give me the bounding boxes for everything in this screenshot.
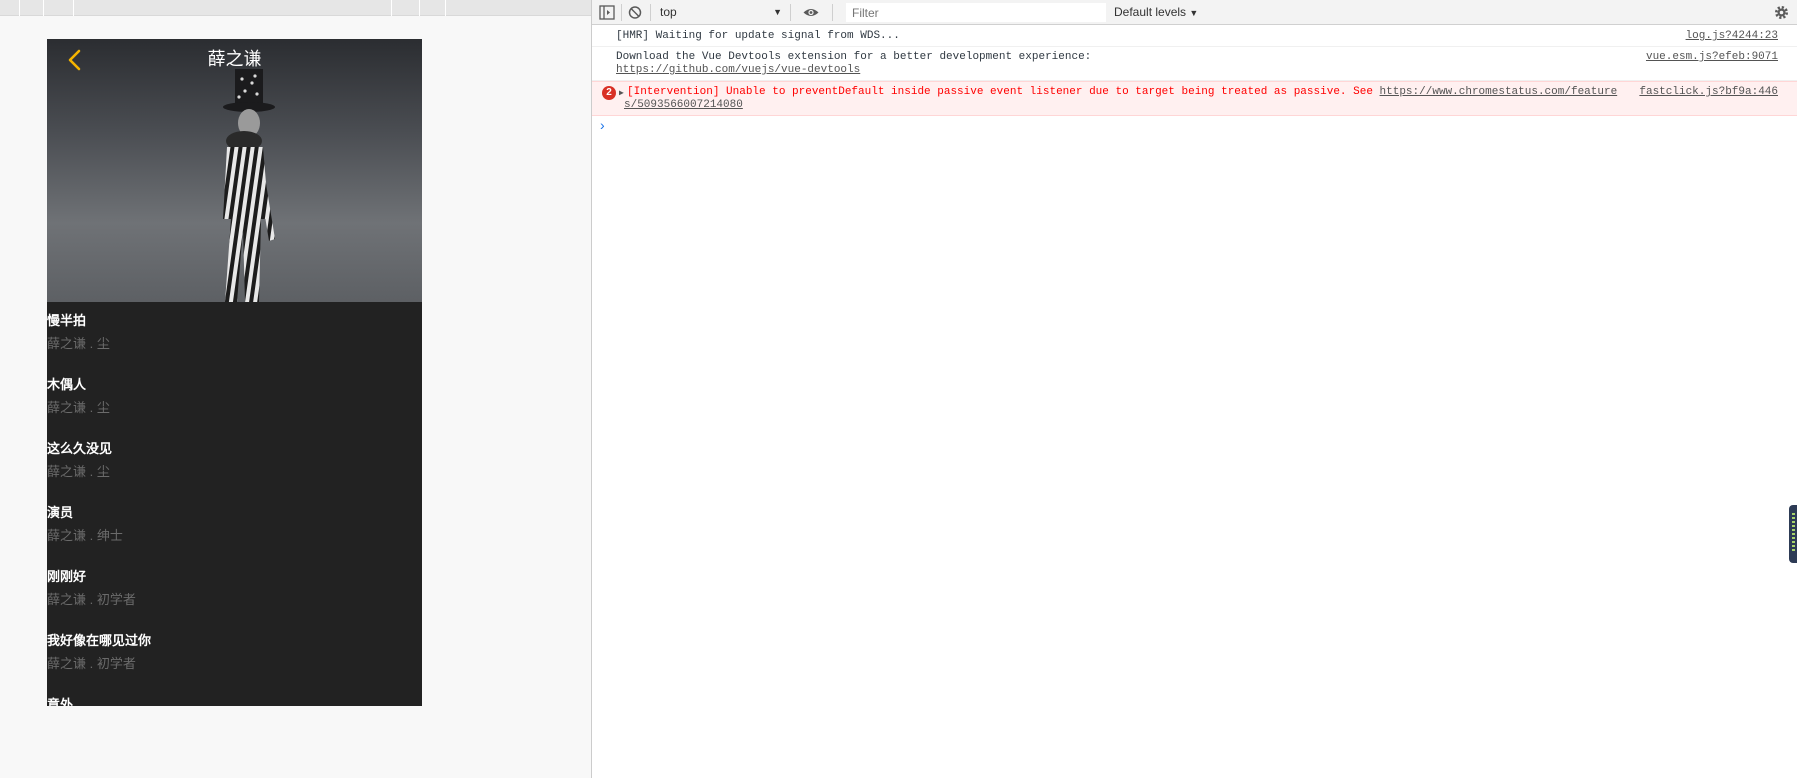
message-link[interactable]: https://github.com/vuejs/vue-devtools: [616, 64, 860, 76]
toolbar-divider: [832, 4, 833, 21]
context-value: top: [660, 5, 677, 19]
message-text: Download the Vue Devtools extension for …: [616, 51, 1092, 63]
toolbar-divider: [650, 4, 651, 21]
toolbar-segment[interactable]: [0, 0, 20, 16]
error-link[interactable]: https://www.chromestatus.com/feature: [1380, 86, 1618, 98]
toolbar-divider: [621, 4, 622, 21]
song-name: 木偶人: [47, 377, 87, 392]
toolbar-segment[interactable]: [420, 0, 446, 16]
song-list-item[interactable]: 木偶人 薛之谦 . 尘: [47, 366, 422, 430]
devtools-panel: top ▼ Default levels ▼ [HMR] Waiting for…: [591, 0, 1797, 778]
console-message: [HMR] Waiting for update signal from WDS…: [592, 26, 1797, 47]
console-toolbar: top ▼ Default levels ▼: [592, 0, 1797, 25]
message-source-link[interactable]: log.js?4244:23: [1686, 30, 1778, 43]
mobile-app: 薛之谦 慢半拍 薛之谦 . 尘 木偶人 薛之谦 . 尘 这么久没见 薛之谦 . …: [47, 39, 422, 706]
dropdown-arrow-icon: ▼: [773, 7, 782, 17]
toolbar-segment[interactable]: [44, 0, 74, 16]
message-text: [HMR] Waiting for update signal from WDS…: [616, 30, 900, 42]
prompt-chevron-icon: ›: [600, 117, 605, 133]
song-desc: 薛之谦 . 尘: [47, 400, 110, 415]
device-toolbar: [0, 0, 591, 16]
console-message: Download the Vue Devtools extension for …: [592, 47, 1797, 81]
context-selector[interactable]: top ▼: [656, 3, 786, 22]
song-desc: 薛之谦 . 尘: [47, 336, 110, 351]
singer-title: 薛之谦: [207, 49, 262, 69]
log-levels-label: Default levels: [1114, 5, 1187, 19]
song-name: 演员: [47, 505, 74, 520]
song-name: 刚刚好: [47, 569, 87, 584]
log-levels-dropdown[interactable]: Default levels ▼: [1114, 4, 1198, 22]
singer-photo: [223, 69, 275, 302]
app-viewport: 薛之谦 慢半拍 薛之谦 . 尘 木偶人 薛之谦 . 尘 这么久没见 薛之谦 . …: [0, 0, 591, 778]
console-prompt[interactable]: ›: [592, 116, 1797, 136]
song-desc: 薛之谦 . 初学者: [47, 656, 136, 671]
error-text: [Intervention] Unable to preventDefault …: [627, 86, 1380, 98]
song-list-item[interactable]: 意外: [47, 686, 422, 706]
song-name: 意外: [47, 697, 74, 706]
toolbar-divider: [790, 4, 791, 21]
eye-icon[interactable]: [802, 4, 820, 21]
message-source-link[interactable]: fastclick.js?bf9a:446: [1639, 86, 1778, 99]
console-filter-input[interactable]: [846, 3, 1106, 22]
song-name: 这么久没见: [47, 441, 113, 456]
gear-icon[interactable]: [1773, 4, 1790, 21]
side-panel-handle[interactable]: [1789, 505, 1797, 563]
toolbar-segment[interactable]: [392, 0, 420, 16]
sidebar-toggle-icon[interactable]: [598, 4, 616, 21]
song-list-item[interactable]: 这么久没见 薛之谦 . 尘: [47, 430, 422, 494]
toolbar-segment[interactable]: [20, 0, 44, 16]
song-name: 我好像在哪见过你: [47, 633, 152, 648]
song-list-item[interactable]: 演员 薛之谦 . 绅士: [47, 494, 422, 558]
expand-triangle-icon[interactable]: ▶: [619, 87, 624, 100]
song-desc: 薛之谦 . 尘: [47, 464, 110, 479]
toolbar-segment[interactable]: [74, 0, 392, 16]
error-link-continued[interactable]: s/5093566007214080: [624, 99, 743, 111]
error-count-badge: 2: [602, 86, 616, 100]
clear-console-icon[interactable]: [626, 4, 644, 21]
song-list-item[interactable]: 刚刚好 薛之谦 . 初学者: [47, 558, 422, 622]
song-name: 慢半拍: [47, 313, 87, 328]
console-error-message: 2 ▶ [Intervention] Unable to preventDefa…: [592, 81, 1797, 116]
song-list-item[interactable]: 我好像在哪见过你 薛之谦 . 初学者: [47, 622, 422, 686]
song-list: 慢半拍 薛之谦 . 尘 木偶人 薛之谦 . 尘 这么久没见 薛之谦 . 尘 演员…: [47, 302, 422, 706]
dropdown-arrow-icon: ▼: [1189, 8, 1199, 18]
song-desc: 薛之谦 . 初学者: [47, 592, 136, 607]
singer-banner: 薛之谦: [47, 39, 422, 302]
song-desc: 薛之谦 . 绅士: [47, 528, 123, 543]
console-messages: [HMR] Waiting for update signal from WDS…: [592, 26, 1797, 136]
message-source-link[interactable]: vue.esm.js?efeb:9071: [1646, 51, 1778, 64]
handle-grip-icon: [1792, 513, 1795, 553]
song-list-item[interactable]: 慢半拍 薛之谦 . 尘: [47, 302, 422, 366]
